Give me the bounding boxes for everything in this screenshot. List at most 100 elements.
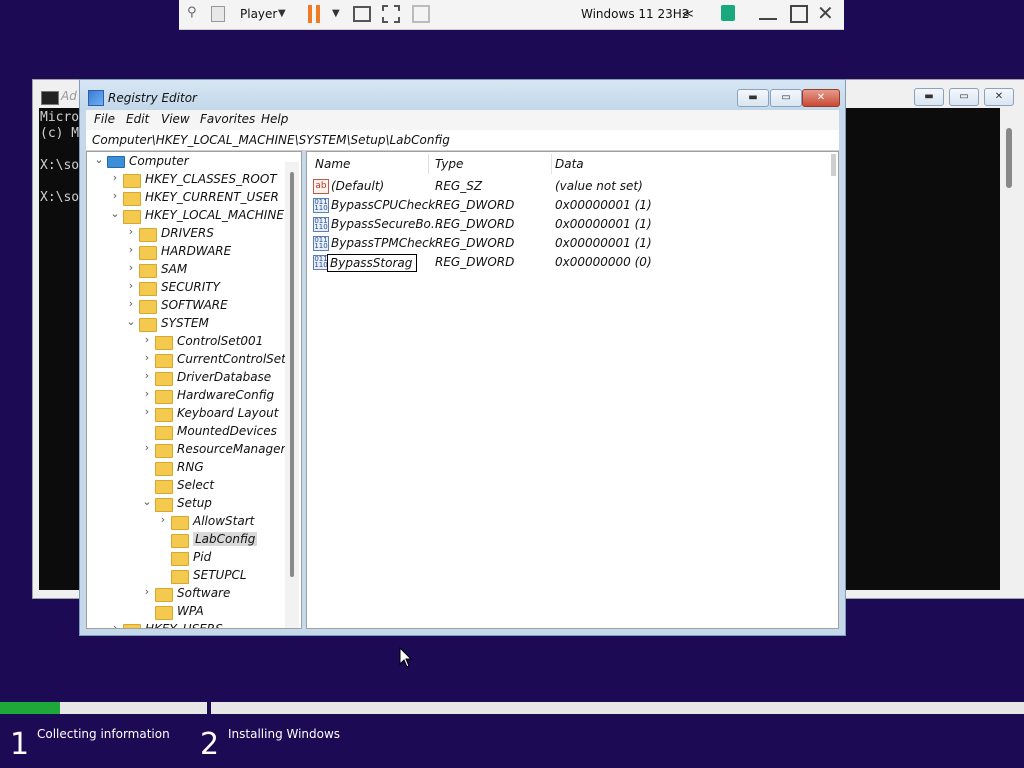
- folder-icon: [155, 336, 173, 350]
- console-minimize-button[interactable]: ▬: [914, 88, 944, 106]
- chevron-down-icon[interactable]: ▼: [278, 8, 286, 19]
- tree-item[interactable]: › CurrentControlSet: [87, 351, 286, 369]
- folder-icon: [155, 498, 173, 512]
- tree-item[interactable]: › HKEY_CLASSES_ROOT: [87, 171, 283, 189]
- message-log-icon[interactable]: [721, 5, 735, 21]
- pin-icon[interactable]: ⚲: [187, 5, 205, 23]
- chevron-down-icon[interactable]: ⌄: [109, 207, 121, 220]
- value-data: 0x00000000 (0): [555, 255, 652, 269]
- menu-favorites[interactable]: Favorites: [200, 112, 255, 126]
- close-icon[interactable]: ✕: [817, 1, 834, 25]
- chevron-right-icon[interactable]: ›: [141, 369, 153, 382]
- menu-edit[interactable]: Edit: [126, 112, 149, 126]
- tree-item[interactable]: SETUPCL: [87, 567, 283, 585]
- column-header-name[interactable]: Name: [315, 157, 350, 171]
- tree-item-label: WPA: [177, 604, 204, 618]
- collapse-toolbar-icon[interactable]: ≪: [682, 7, 694, 20]
- chevron-right-icon[interactable]: ›: [141, 351, 153, 364]
- chevron-right-icon[interactable]: ›: [157, 513, 169, 526]
- tree-item-label: SAM: [161, 262, 188, 276]
- tree-item-label: SYSTEM: [161, 316, 209, 330]
- pause-icon[interactable]: [308, 5, 312, 23]
- fullscreen-icon[interactable]: [382, 5, 400, 23]
- value-row[interactable]: ab (Default) REG_SZ (value not set): [307, 178, 827, 196]
- chevron-down-icon[interactable]: ⌄: [93, 153, 105, 166]
- tree-item[interactable]: WPA: [87, 603, 283, 621]
- console-scrollbar-thumb[interactable]: [1006, 128, 1012, 188]
- value-row[interactable]: 011 110 BypassCPUCheck REG_DWORD 0x00000001…: [307, 197, 827, 215]
- chevron-right-icon[interactable]: ›: [141, 333, 153, 346]
- tree-item[interactable]: RNG: [87, 459, 283, 477]
- tree-item[interactable]: › HardwareConfig: [87, 387, 283, 405]
- values-pane[interactable]: Name Type Data ab (Default) REG_SZ (value n…: [306, 151, 839, 629]
- chevron-down-icon[interactable]: ▼: [332, 8, 340, 19]
- player-menu[interactable]: Player: [240, 7, 277, 21]
- chevron-right-icon[interactable]: ›: [125, 261, 137, 274]
- value-row[interactable]: 011 110 BypassTPMCheck REG_DWORD 0x00000001…: [307, 235, 827, 253]
- tree-item[interactable]: LabConfig: [87, 531, 283, 549]
- tree-item[interactable]: › AllowStart: [87, 513, 283, 531]
- folder-icon: [171, 552, 189, 566]
- chevron-right-icon[interactable]: ›: [141, 585, 153, 598]
- tree-item[interactable]: › HARDWARE: [87, 243, 283, 261]
- tree-item[interactable]: MountedDevices: [87, 423, 283, 441]
- tree-item[interactable]: › SAM: [87, 261, 283, 279]
- column-header-data[interactable]: Data: [555, 157, 584, 171]
- maximize-button[interactable]: ▭: [770, 89, 802, 107]
- tree-item[interactable]: › HKEY_CURRENT_USER: [87, 189, 283, 207]
- console-close-button[interactable]: ✕: [984, 88, 1014, 106]
- column-divider[interactable]: [551, 154, 552, 174]
- rename-value-input[interactable]: BypassStorag: [327, 254, 417, 272]
- console-maximize-button[interactable]: ▭: [949, 88, 979, 106]
- restore-icon[interactable]: [790, 5, 808, 23]
- chevron-right-icon[interactable]: ›: [109, 621, 121, 628]
- step2-label: Installing Windows: [228, 727, 341, 741]
- minimize-button[interactable]: ▬: [737, 89, 769, 107]
- menu-file[interactable]: File: [94, 112, 115, 126]
- tree-item[interactable]: Select: [87, 477, 283, 495]
- tree-item[interactable]: › Keyboard Layout: [87, 405, 283, 423]
- chevron-right-icon[interactable]: ›: [125, 297, 137, 310]
- chevron-right-icon[interactable]: ›: [125, 225, 137, 238]
- chevron-right-icon[interactable]: ›: [141, 441, 153, 454]
- tree-item[interactable]: › ControlSet001: [87, 333, 283, 351]
- chevron-right-icon[interactable]: ›: [141, 387, 153, 400]
- tree-item[interactable]: › HKEY_USERS: [87, 621, 283, 628]
- tree-item[interactable]: ⌄ SYSTEM: [87, 315, 283, 333]
- chevron-down-icon[interactable]: ⌄: [125, 315, 137, 328]
- tree-item[interactable]: ⌄ HKEY_LOCAL_MACHINE: [87, 207, 284, 225]
- tree-item[interactable]: › DRIVERS: [87, 225, 283, 243]
- minimize-icon[interactable]: [759, 18, 777, 20]
- column-header-type[interactable]: Type: [435, 157, 463, 171]
- tree-item[interactable]: › SECURITY: [87, 279, 283, 297]
- send-keys-icon[interactable]: [353, 6, 371, 22]
- folder-icon: [155, 390, 173, 404]
- chevron-right-icon[interactable]: ›: [125, 279, 137, 292]
- chevron-down-icon[interactable]: ⌄: [141, 495, 153, 508]
- chevron-right-icon[interactable]: ›: [109, 171, 121, 184]
- value-type: REG_DWORD: [435, 217, 515, 231]
- address-bar[interactable]: Computer\HKEY_LOCAL_MACHINE\SYSTEM\Setup…: [86, 130, 839, 151]
- tree-item-label: Setup: [177, 496, 212, 510]
- tree-item[interactable]: › SOFTWARE: [87, 297, 283, 315]
- key-tree-pane[interactable]: ⌄ Computer › HKEY_CLASSES_ROOT › HKEY_CURRENT…: [86, 151, 302, 629]
- value-row[interactable]: 011 110 BypassSecureBo... REG_DWORD 0x00000…: [307, 216, 827, 234]
- tree-item[interactable]: › DriverDatabase: [87, 369, 283, 387]
- tree-item[interactable]: › Software: [87, 585, 283, 603]
- folder-icon: [155, 588, 173, 602]
- chevron-right-icon[interactable]: ›: [109, 189, 121, 202]
- chevron-right-icon[interactable]: ›: [141, 405, 153, 418]
- folder-icon: [139, 300, 157, 314]
- title-bar[interactable]: Registry Editor ▬ ▭ ✕: [80, 80, 845, 110]
- tree-item[interactable]: ⌄ Computer: [87, 153, 283, 171]
- menu-help[interactable]: Help: [261, 112, 288, 126]
- tree-item[interactable]: › ResourceManager: [87, 441, 285, 459]
- column-divider[interactable]: [428, 154, 429, 174]
- tree-scrollbar-thumb[interactable]: [290, 172, 294, 577]
- tree-item[interactable]: Pid: [87, 549, 283, 567]
- chevron-right-icon[interactable]: ›: [125, 243, 137, 256]
- value-row[interactable]: 011 110 BypassStorag REG_DWORD 0x00000000 (…: [307, 254, 827, 272]
- tree-item[interactable]: ⌄ Setup: [87, 495, 283, 513]
- close-button[interactable]: ✕: [802, 89, 840, 107]
- menu-view[interactable]: View: [161, 112, 190, 126]
